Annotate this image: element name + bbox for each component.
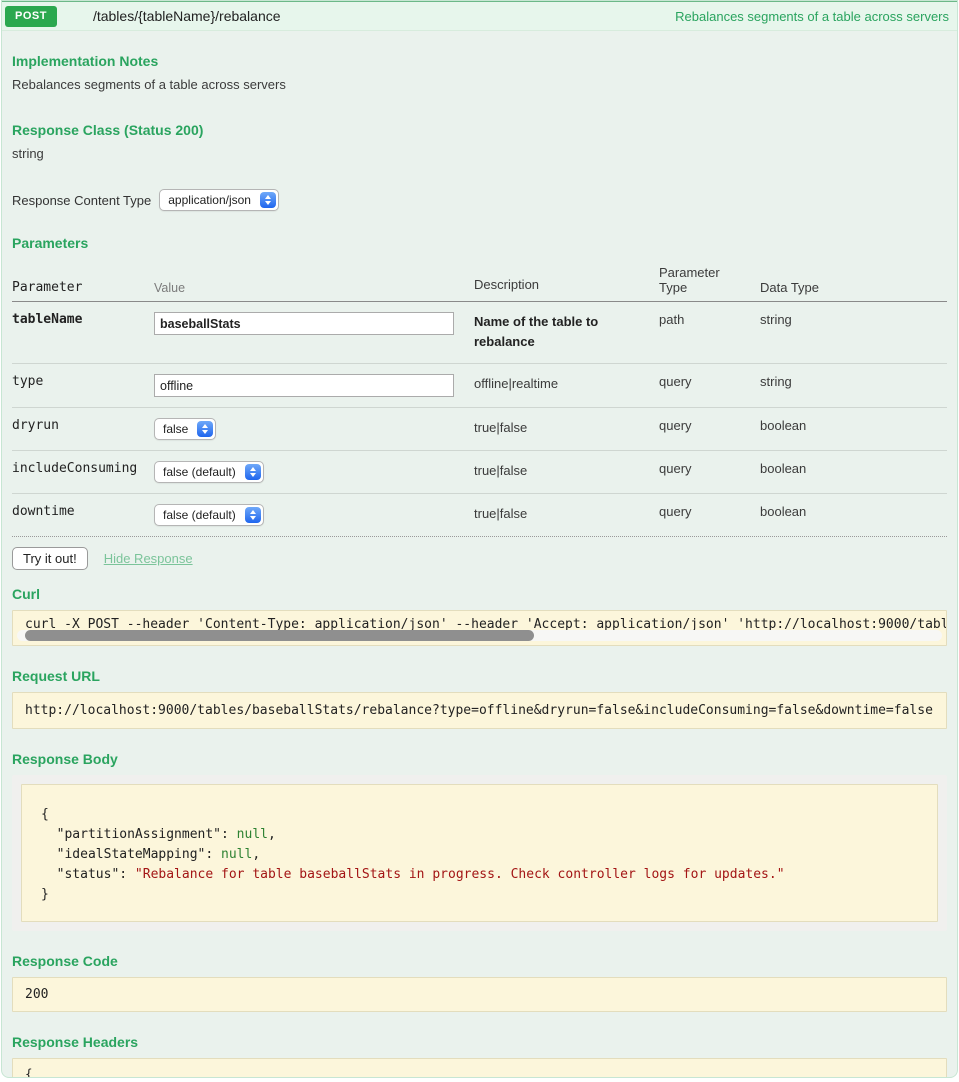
operation-path-link[interactable]: /tables/{tableName}/rebalance [93,8,281,24]
parameter-data-type: string [760,374,947,397]
request-url-heading: Request URL [12,668,947,684]
column-header-parameter-type: Parameter Type [659,265,760,295]
parameters-heading: Parameters [12,235,947,251]
type-input[interactable] [154,374,454,397]
selected-option-label: false (default) [163,508,236,522]
implementation-notes-heading: Implementation Notes [12,53,947,69]
parameter-row: tableName Name of the table to rebalancep… [12,302,947,364]
parameter-type: query [659,504,760,526]
tableName-input[interactable] [154,312,454,335]
parameter-data-type: boolean [760,504,947,526]
parameter-type: query [659,418,760,440]
response-body-line: { [41,805,923,825]
parameters-rows: tableName Name of the table to rebalancep… [12,302,947,537]
response-body-code: { "partitionAssignment": null, "idealSta… [21,784,938,922]
parameter-value-cell [154,374,474,397]
column-header-value: Value [154,281,474,295]
response-code-box: 200 [12,977,947,1012]
curl-scrollbar[interactable] [17,630,942,641]
select-stepper-icon [245,507,261,523]
parameter-value-cell: false (default) [154,504,474,526]
parameter-description: true|false [474,504,659,526]
parameter-description: offline|realtime [474,374,659,397]
column-header-parameter: Parameter [12,280,154,295]
response-body-heading: Response Body [12,751,947,767]
parameter-type: path [659,312,760,353]
response-body-line: "status": "Rebalance for table baseballS… [41,865,923,885]
response-headers-box: { "access-control-allow-origin": "*", "p… [12,1058,947,1078]
parameter-description: Name of the table to rebalance [474,312,659,353]
downtime-select[interactable]: false (default) [154,504,264,526]
parameter-row: dryrun false true|falsequeryboolean [12,408,947,451]
parameter-type: query [659,461,760,483]
operation-panel: POST /tables/{tableName}/rebalance Rebal… [1,0,958,1078]
response-content-type-label: Response Content Type [12,193,151,208]
parameter-row: downtime false (default) true|falsequerybo… [12,494,947,537]
curl-box: curl -X POST --header 'Content-Type: app… [12,610,947,646]
request-url-box: http://localhost:9000/tables/baseballSta… [12,692,947,729]
response-body-line: "partitionAssignment": null, [41,825,923,845]
dryrun-select[interactable]: false [154,418,216,440]
parameter-data-type: boolean [760,418,947,440]
parameter-data-type: boolean [760,461,947,483]
curl-scrollbar-thumb[interactable] [25,630,534,641]
parameter-value-cell: false [154,418,474,440]
select-stepper-icon [197,421,213,437]
response-body-wrap: { "partitionAssignment": null, "idealSta… [12,775,947,931]
response-class-value: string [12,146,947,161]
parameters-table: Parameter Value Description Parameter Ty… [12,259,947,537]
parameter-value-cell: false (default) [154,461,474,483]
try-it-out-button[interactable]: Try it out! [12,547,88,570]
curl-heading: Curl [12,586,947,602]
response-headers-heading: Response Headers [12,1034,947,1050]
parameter-data-type: string [760,312,947,353]
parameter-description: true|false [474,418,659,440]
response-content-type-select[interactable]: application/json [159,189,279,211]
parameter-name: type [12,374,154,397]
select-stepper-icon [245,464,261,480]
operation-summary-link[interactable]: Rebalances segments of a table across se… [675,9,949,24]
select-stepper-icon [260,192,276,208]
response-code-heading: Response Code [12,953,947,969]
parameter-value-cell [154,312,474,353]
parameter-row: type offline|realtimequerystring [12,364,947,408]
parameter-row: includeConsuming false (default) true|fals… [12,451,947,494]
includeConsuming-select[interactable]: false (default) [154,461,264,483]
parameter-name: dryrun [12,418,154,440]
http-method-badge: POST [5,6,57,27]
response-body-line: } [41,885,923,905]
parameter-name: includeConsuming [12,461,154,483]
column-header-data-type: Data Type [760,280,947,295]
hide-response-link[interactable]: Hide Response [104,551,193,566]
parameter-description: true|false [474,461,659,483]
response-header-line: { [25,1067,934,1078]
implementation-notes-text: Rebalances segments of a table across se… [12,77,947,92]
response-class-heading: Response Class (Status 200) [12,122,947,138]
operation-header[interactable]: POST /tables/{tableName}/rebalance Rebal… [2,1,957,31]
operation-content: Implementation Notes Rebalances segments… [2,31,957,1078]
parameters-table-header: Parameter Value Description Parameter Ty… [12,259,947,302]
parameter-name: tableName [12,312,154,353]
column-header-description: Description [474,275,659,295]
parameter-name: downtime [12,504,154,526]
parameter-type: query [659,374,760,397]
response-content-type-selected: application/json [168,193,251,207]
response-body-line: "idealStateMapping": null, [41,845,923,865]
selected-option-label: false (default) [163,465,236,479]
selected-option-label: false [163,422,188,436]
